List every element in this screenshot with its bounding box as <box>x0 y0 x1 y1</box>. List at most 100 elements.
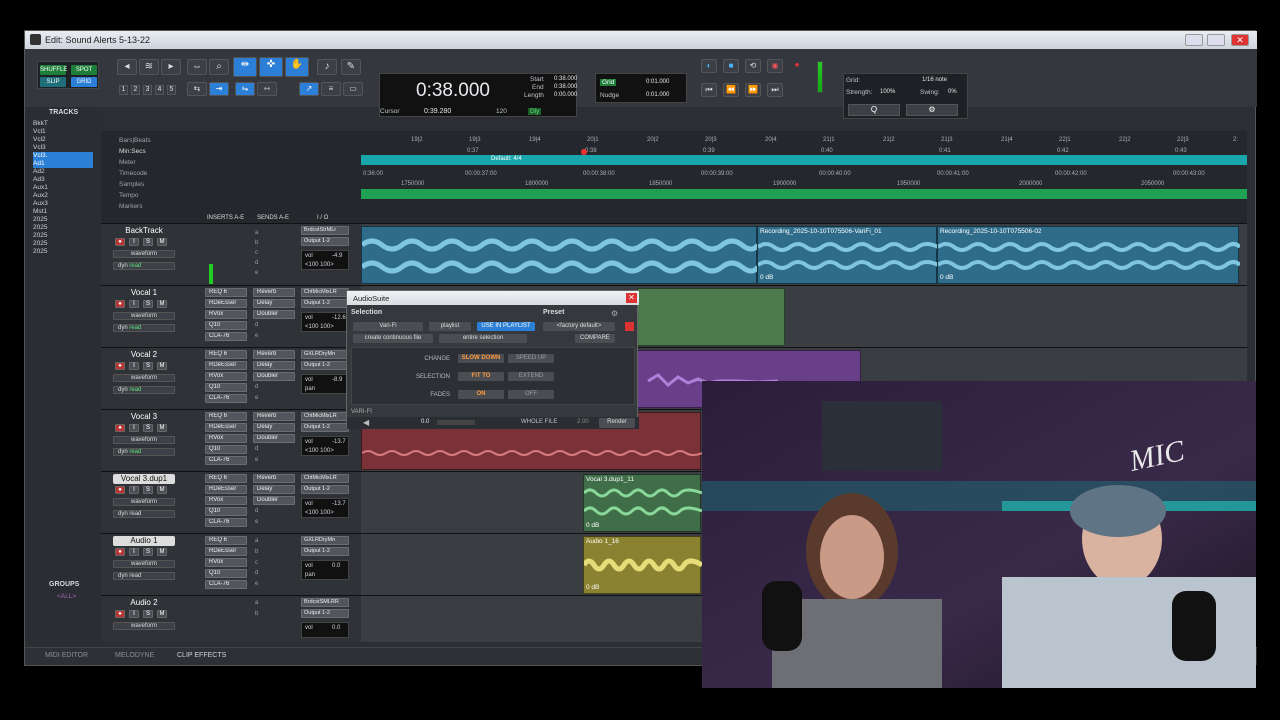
track-name[interactable]: Vocal 2 <box>113 350 175 360</box>
volume-pan-display[interactable]: vol -12.6 <100 100> <box>301 312 349 332</box>
send-slot[interactable]: a <box>255 230 258 236</box>
solo-button[interactable]: S <box>143 300 153 308</box>
mute-button[interactable]: M <box>157 610 167 618</box>
spot-mode-button[interactable]: SPOT <box>71 65 97 75</box>
track-list-item[interactable]: Aux1 <box>33 184 93 192</box>
record-arm-button[interactable]: ● <box>115 424 125 432</box>
preset-settings-icon[interactable]: ⚙ <box>611 309 618 318</box>
send-slot[interactable]: d <box>255 446 258 452</box>
send-slot[interactable]: d <box>255 322 258 328</box>
playlist-selector[interactable]: playlist <box>429 322 471 331</box>
mute-button[interactable]: M <box>157 548 167 556</box>
solo-button[interactable]: S <box>143 486 153 494</box>
smart-tool-icon[interactable]: ↗ <box>299 82 319 96</box>
track-list-item[interactable]: Vcl3. <box>33 152 93 160</box>
mute-button[interactable]: M <box>157 362 167 370</box>
output-selector[interactable]: Output 1-2 <box>301 609 349 618</box>
view-selector[interactable]: waveform <box>113 436 175 444</box>
scrubber-tool-icon[interactable]: ♪ <box>317 59 337 75</box>
insert-slot[interactable]: CLA-76 <box>205 518 247 527</box>
midi-grid-note[interactable]: 1/16 note <box>922 77 947 83</box>
input-selector[interactable]: GXLRDryMn <box>301 350 349 359</box>
fades-on-button[interactable]: ON <box>458 390 504 399</box>
mute-button[interactable]: M <box>157 300 167 308</box>
track-list-item[interactable]: 2025 <box>33 224 93 232</box>
track-name[interactable]: Vocal 1 <box>113 288 175 298</box>
track-list-item[interactable]: Aux3 <box>33 200 93 208</box>
send-slot[interactable]: Delay <box>253 299 295 308</box>
selector-tool-icon[interactable]: ✜ <box>259 57 283 77</box>
record-arm-button[interactable]: ● <box>115 548 125 556</box>
send-slot[interactable]: a <box>255 538 258 544</box>
solo-button[interactable]: S <box>143 362 153 370</box>
volume-pan-display[interactable]: vol -13.7 <100 100> <box>301 436 349 456</box>
strength-value[interactable]: 100% <box>880 89 895 95</box>
volume-pan-display[interactable]: vol -13.7 <100 100> <box>301 498 349 518</box>
insert-slot[interactable]: RVox <box>205 434 247 443</box>
input-selector[interactable]: ChtMicMixLR <box>301 412 349 421</box>
maximize-button[interactable] <box>1207 34 1225 46</box>
zoomer-icon[interactable]: ⌕ <box>209 59 229 75</box>
track-name[interactable]: BackTrack <box>113 226 175 236</box>
swing-value[interactable]: 0% <box>948 89 957 95</box>
shuffle-mode-button[interactable]: SHUFFLE <box>40 65 67 75</box>
insert-slot[interactable]: Q10 <box>205 569 247 578</box>
insert-slot[interactable]: CLA-76 <box>205 456 247 465</box>
send-slot[interactable]: e <box>255 457 258 463</box>
track-list-item[interactable]: 2025 <box>33 248 93 256</box>
send-slot[interactable]: d <box>255 570 258 576</box>
send-slot[interactable]: e <box>255 581 258 587</box>
view-selector[interactable]: waveform <box>113 374 175 382</box>
track-name[interactable]: Vocal 3.dup1 <box>113 474 175 484</box>
fit-to-button[interactable]: FIT TO <box>458 372 504 381</box>
view-selector[interactable]: waveform <box>113 560 175 568</box>
record-arm-button[interactable]: ● <box>115 300 125 308</box>
automation-mode[interactable]: dyn read <box>113 510 175 518</box>
zoom-preset-1[interactable]: 1 <box>119 85 128 95</box>
insert-slot[interactable]: RVox <box>205 558 247 567</box>
audio-clip[interactable] <box>637 288 785 346</box>
tab-melodyne[interactable]: MELODYNE <box>115 652 154 659</box>
go-to-end-icon[interactable]: ⏭ <box>767 83 783 97</box>
insert-slot[interactable]: RVox <box>205 310 247 319</box>
mute-button[interactable]: M <box>157 238 167 246</box>
extend-button[interactable]: EXTEND <box>508 372 554 381</box>
track-list-item[interactable]: Vcl2 <box>33 136 93 144</box>
audiosuite-close-button[interactable]: ✕ <box>626 293 637 303</box>
track-list-item[interactable]: Aux2 <box>33 192 93 200</box>
dly-badge[interactable]: Dly <box>528 108 542 115</box>
automation-mode[interactable]: dyn read <box>113 386 175 394</box>
volume-pan-display[interactable]: vol 0.0 <box>301 622 349 638</box>
insert-slot[interactable]: CLA-76 <box>205 394 247 403</box>
zoom-preset-2[interactable]: 2 <box>131 85 140 95</box>
insert-slot[interactable]: REQ 6 <box>205 288 247 297</box>
input-selector[interactable]: ChtMicMixLR <box>301 288 349 297</box>
insert-slot[interactable]: RDeEsser <box>205 485 247 494</box>
send-slot[interactable]: Reverb <box>253 412 295 421</box>
send-slot[interactable]: Doubler <box>253 496 295 505</box>
processing-selector[interactable]: entire selection <box>439 334 527 343</box>
input-selector[interactable]: ChtMicMixLR <box>301 474 349 483</box>
minimize-button[interactable] <box>1185 34 1203 46</box>
zoom-preset-3[interactable]: 3 <box>143 85 152 95</box>
mute-button[interactable]: M <box>157 486 167 494</box>
insert-slot[interactable]: RVox <box>205 496 247 505</box>
solo-button[interactable]: S <box>143 238 153 246</box>
output-selector[interactable]: Output 1-2 <box>301 485 349 494</box>
record-mode-icon[interactable]: ◉ <box>767 59 783 73</box>
output-selector[interactable]: Output 1-2 <box>301 361 349 370</box>
track-list-item[interactable]: BkkT <box>33 120 93 128</box>
send-slot[interactable]: Doubler <box>253 372 295 381</box>
grid-mode-button[interactable]: GRID <box>71 77 97 87</box>
send-slot[interactable]: d <box>255 260 258 266</box>
track-name[interactable]: Vocal 3 <box>113 412 175 422</box>
audio-clip[interactable]: Vocal 3.dup1_11 0 dB <box>583 474 702 532</box>
mirror-midi-icon[interactable]: ⇋ <box>235 82 255 96</box>
file-mode-selector[interactable]: create continuous file <box>353 334 433 343</box>
automation-mode[interactable]: dyn read <box>113 262 175 270</box>
send-slot[interactable]: e <box>255 395 258 401</box>
view-selector[interactable]: waveform <box>113 250 175 258</box>
fades-off-button[interactable]: OFF <box>508 390 554 399</box>
insert-slot[interactable]: RVox <box>205 372 247 381</box>
insert-slot[interactable]: Q10 <box>205 383 247 392</box>
